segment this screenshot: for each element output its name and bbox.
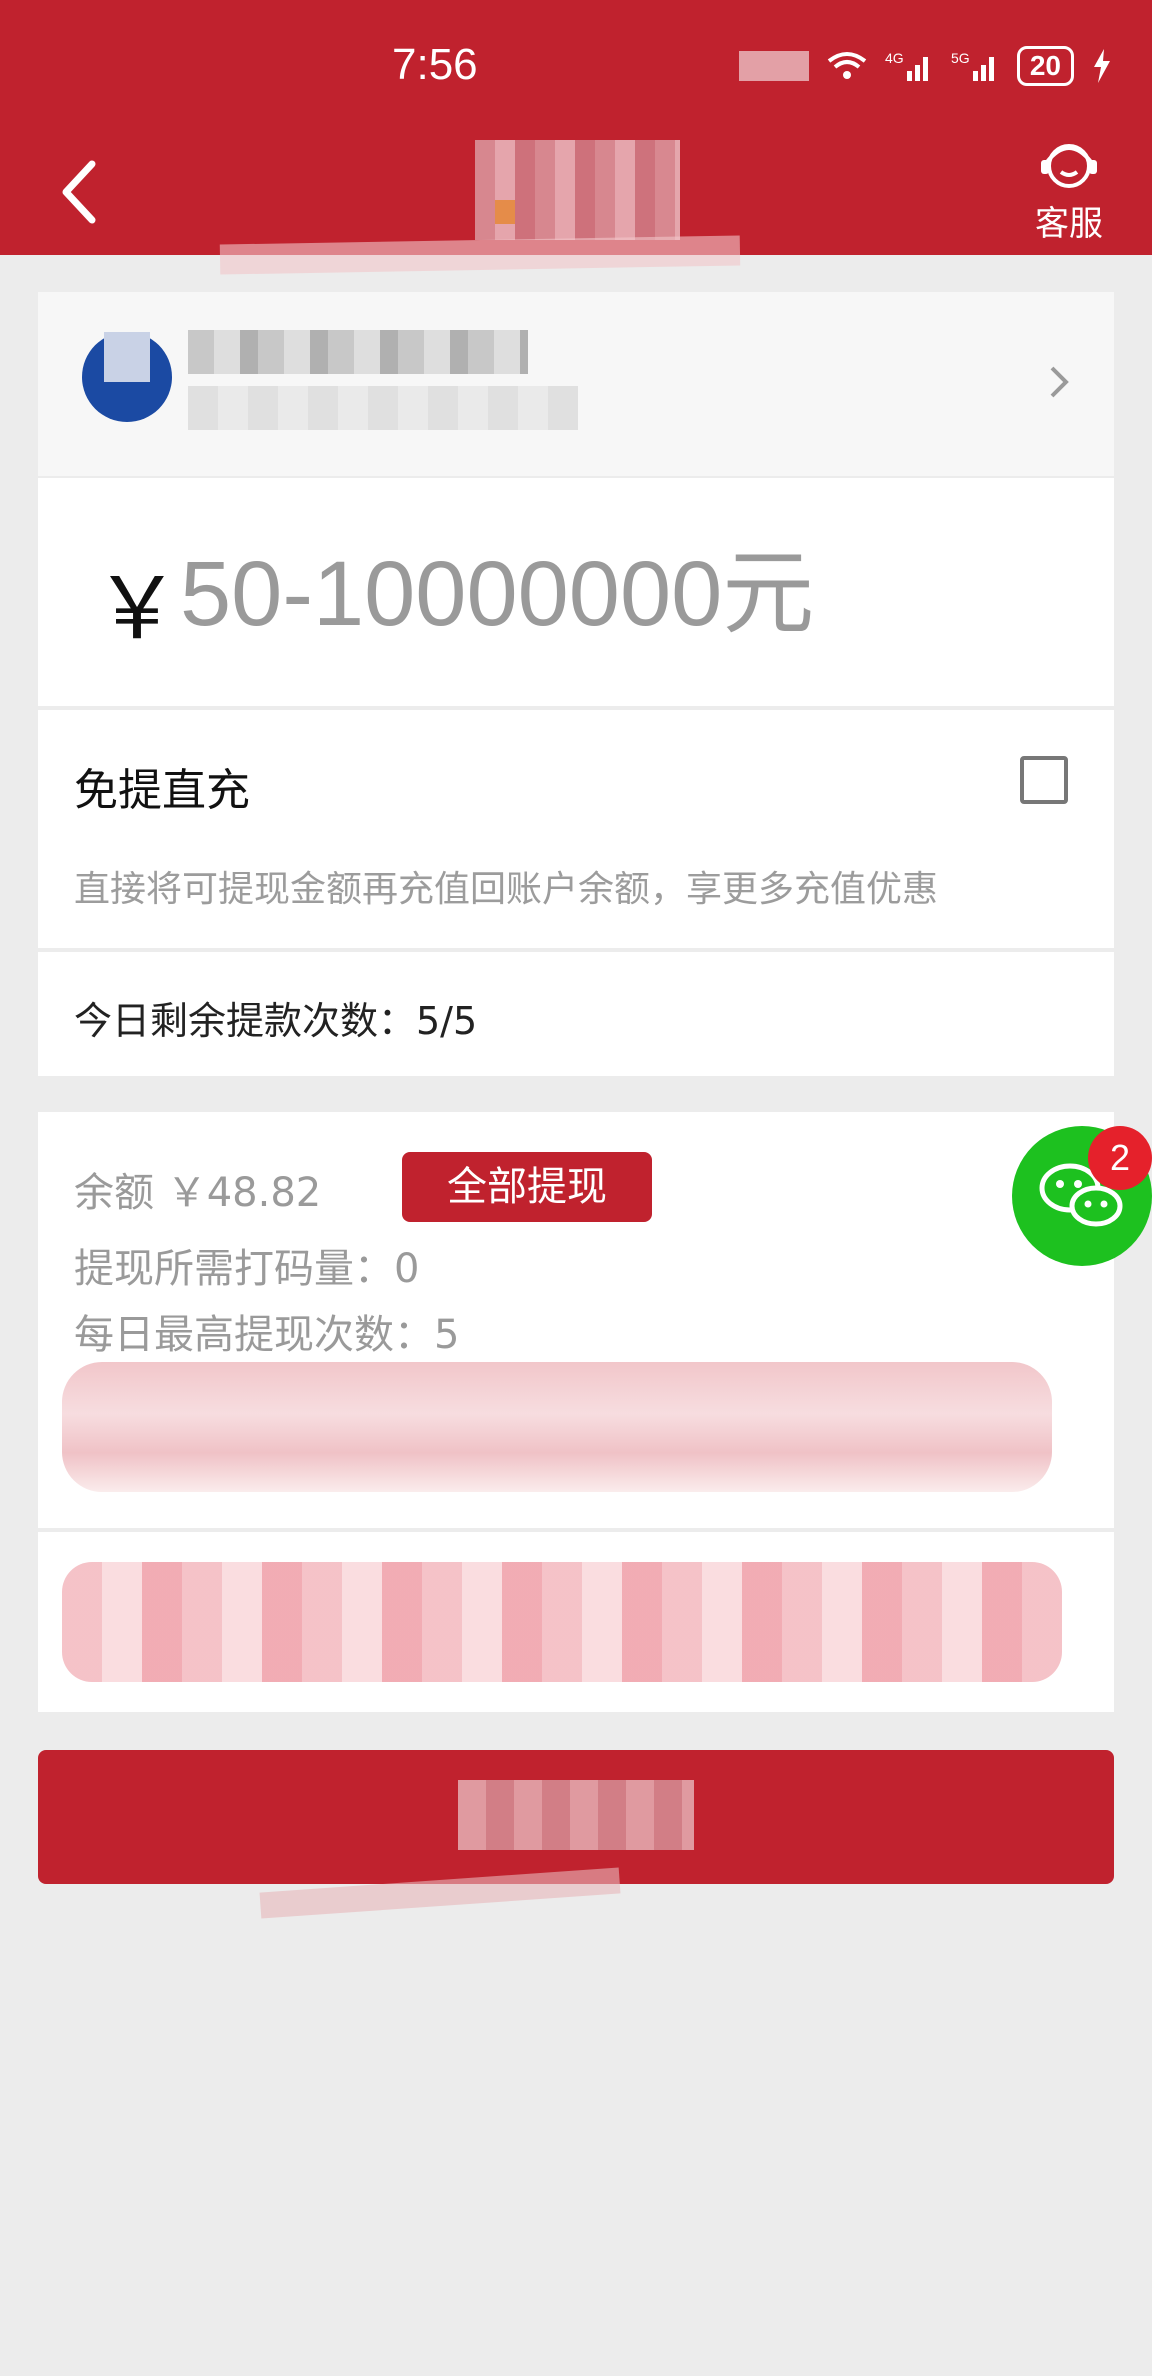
direct-recharge-title: 免提直充 [74, 765, 250, 816]
battery-indicator: 20 [1016, 46, 1074, 86]
svg-text:4G: 4G [885, 50, 904, 66]
currency-symbol: ￥ [94, 559, 180, 659]
customer-service-label: 客服 [1035, 204, 1103, 244]
page-title-blurred [475, 140, 680, 240]
chevron-right-icon [1050, 366, 1069, 398]
withdraw-info-card: 余额 ￥48.82 全部提现 提现所需打码量：0 每日最高提现次数：5 [38, 1112, 1114, 1532]
daily-max-text: 每日最高提现次数：5 [74, 1312, 460, 1358]
wechat-badge: 2 [1088, 1126, 1152, 1190]
amount-input[interactable] [178, 518, 1082, 670]
status-time: 7:56 [392, 40, 478, 89]
bank-card-selector[interactable] [38, 292, 1114, 476]
submit-button[interactable] [38, 1750, 1114, 1884]
nav-bar: 客服 [0, 130, 1152, 255]
bank-card-number-blurred [188, 386, 578, 430]
status-bar: 7:56 4G 5G 20 [0, 0, 1152, 130]
charging-icon [1094, 49, 1110, 83]
status-blur [738, 51, 809, 81]
signal-4g-icon: 4G [885, 50, 928, 81]
direct-recharge-checkbox[interactable] [1020, 756, 1068, 804]
remaining-withdrawals-text: 今日剩余提款次数：5/5 [74, 999, 478, 1043]
submit-label-blurred [458, 1780, 694, 1850]
bank-logo [82, 332, 172, 422]
headset-icon [1041, 144, 1097, 188]
amount-section: ￥ [38, 478, 1114, 706]
customer-service-button[interactable]: 客服 [1024, 138, 1114, 245]
tip-blurred [62, 1562, 1062, 1682]
svg-text:5G: 5G [951, 50, 970, 66]
signal-5g-icon: 5G [951, 50, 994, 81]
back-arrow-icon[interactable] [52, 152, 112, 232]
bank-name-blurred [188, 330, 528, 374]
wifi-icon [827, 52, 867, 79]
required-turnover-text: 提现所需打码量：0 [74, 1246, 420, 1292]
withdraw-all-button[interactable]: 全部提现 [402, 1152, 652, 1222]
direct-recharge-section: 免提直充 直接将可提现金额再充值回账户余额，享更多充值优惠 [38, 710, 1114, 948]
remaining-withdrawals-section: 今日剩余提款次数：5/5 [38, 952, 1114, 1076]
balance-text: 余额 ￥48.82 [74, 1170, 322, 1216]
status-icons: 4G 5G 20 [738, 46, 1112, 86]
direct-recharge-description: 直接将可提现金额再充值回账户余额，享更多充值优惠 [74, 869, 939, 910]
notice-blurred [62, 1362, 1052, 1492]
tip-card [38, 1532, 1114, 1712]
